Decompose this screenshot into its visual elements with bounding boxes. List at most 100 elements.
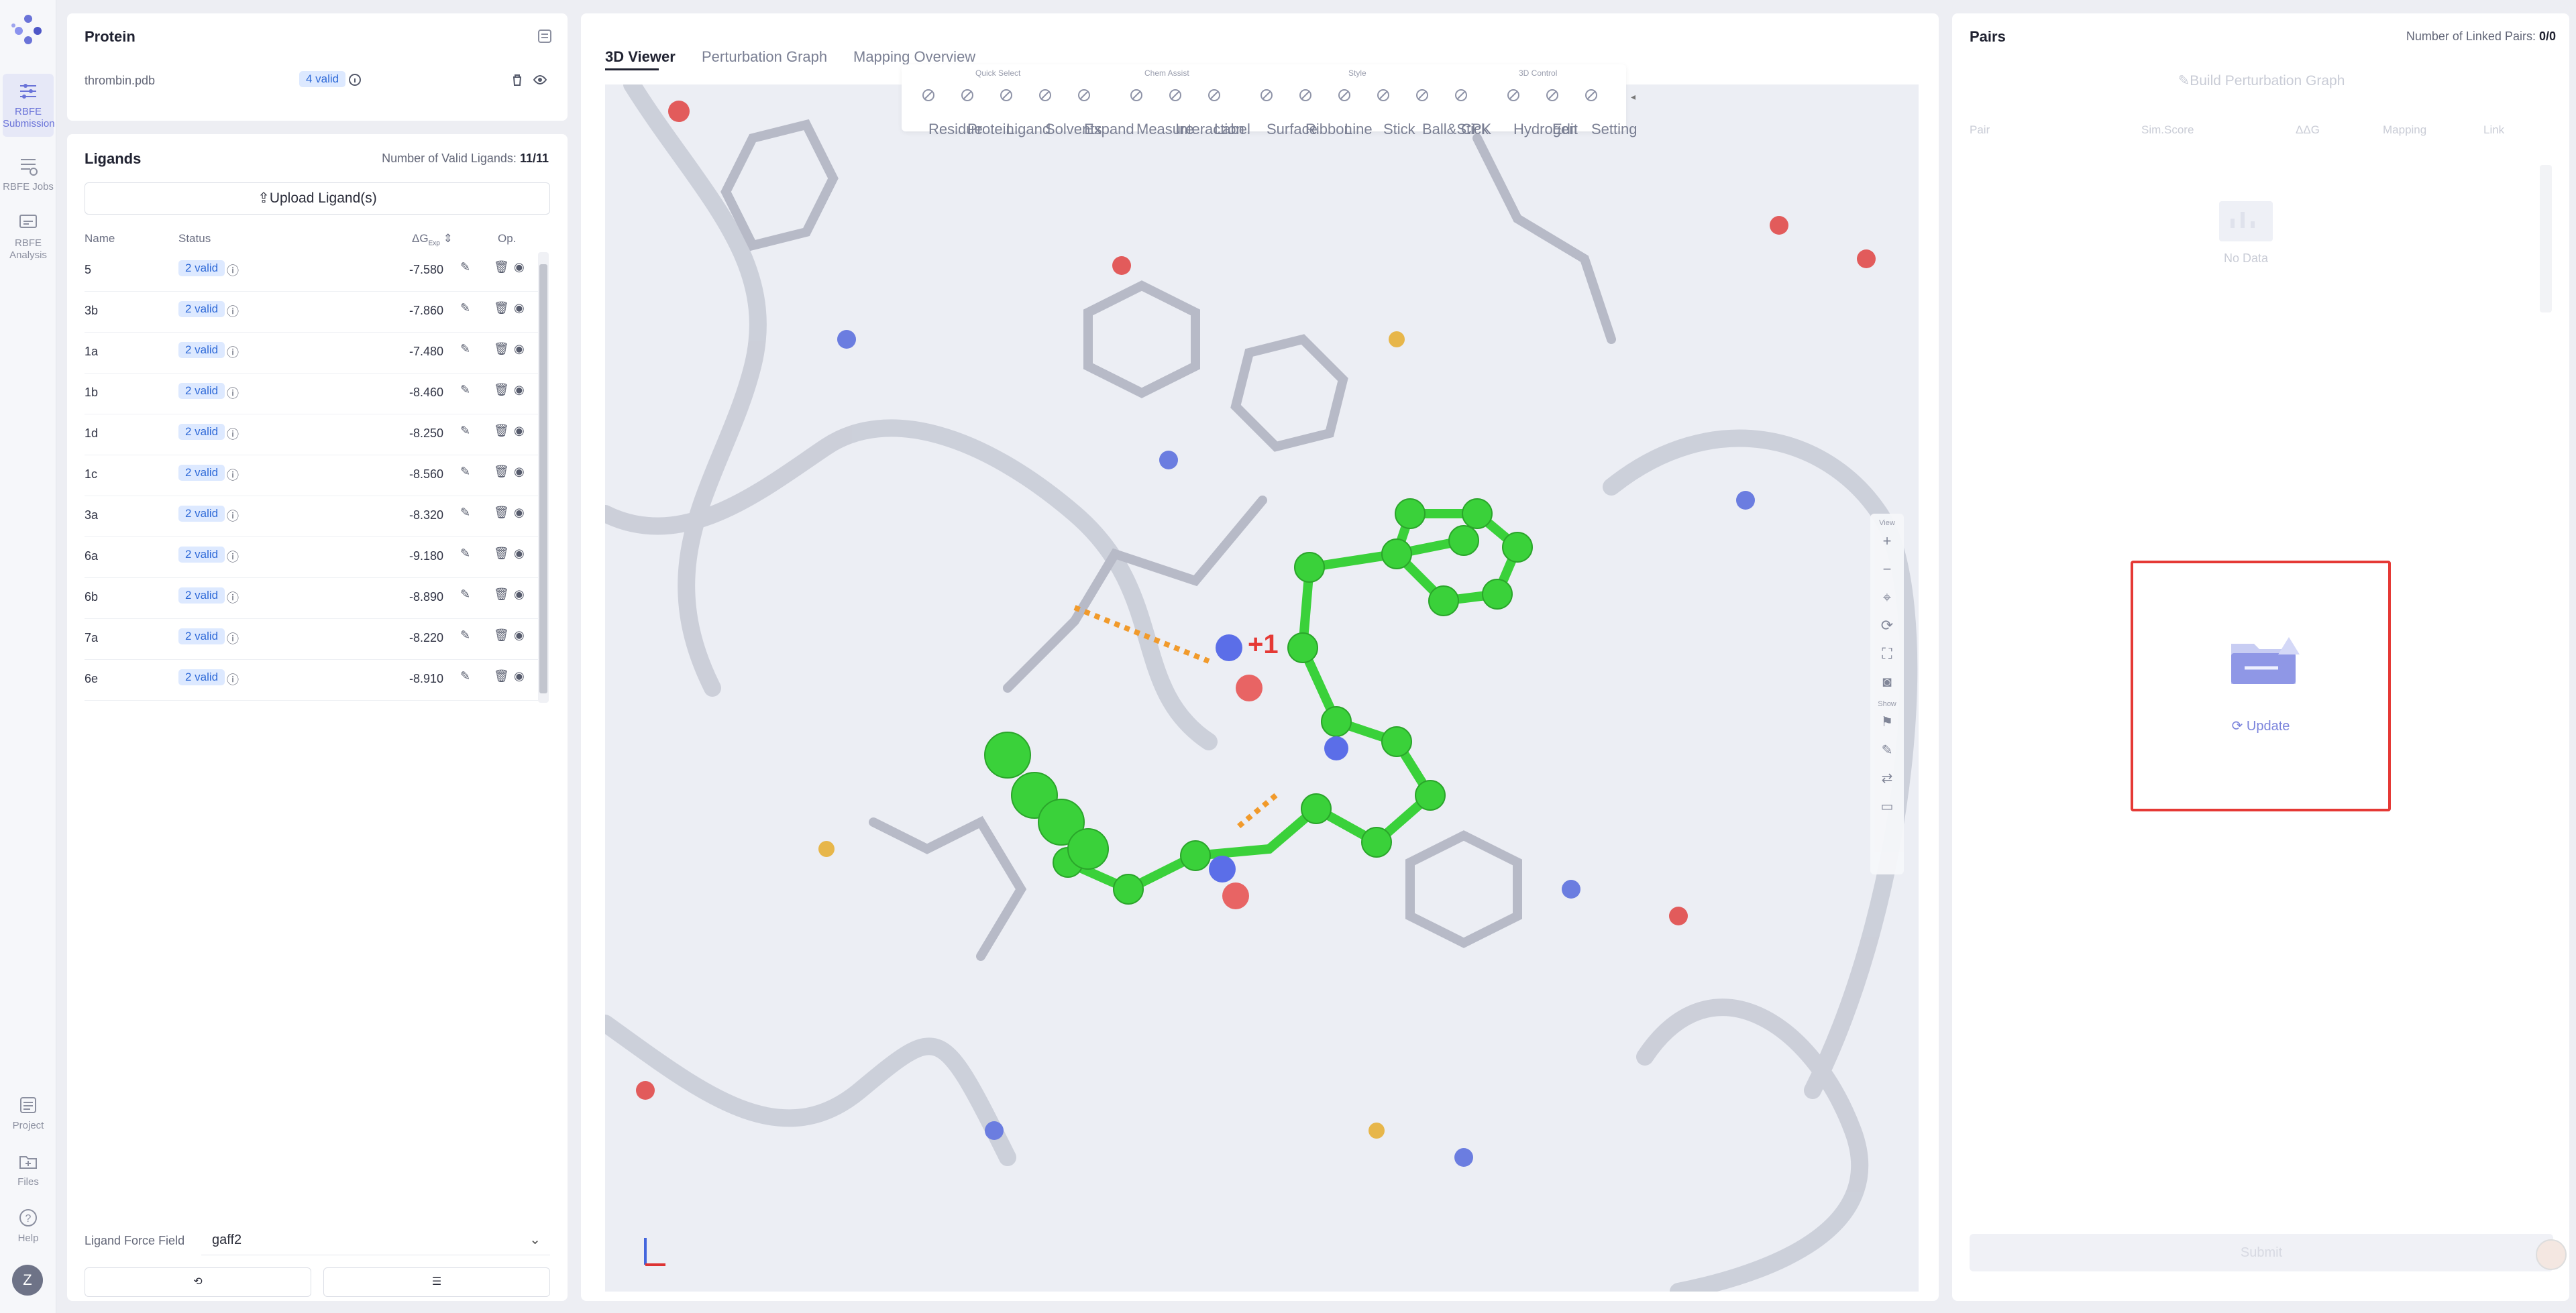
- trash-icon[interactable]: 🗑: [494, 465, 509, 479]
- edit-icon[interactable]: ✎: [460, 424, 470, 438]
- settings-button[interactable]: ☰: [323, 1267, 550, 1297]
- tool-ribbon[interactable]: Ribbon: [1287, 86, 1352, 137]
- edit-icon[interactable]: ✎: [460, 506, 470, 520]
- trash-icon[interactable]: 🗑: [494, 424, 509, 438]
- swap-icon[interactable]: ⇄: [1870, 764, 1904, 793]
- forcefield-select[interactable]: gaff2 ⌄: [201, 1224, 550, 1255]
- edit-icon[interactable]: ✎: [460, 465, 470, 479]
- trash-icon[interactable]: 🗑: [494, 547, 509, 561]
- zoom-in-icon[interactable]: +: [1870, 527, 1904, 555]
- edit-icon[interactable]: ✎: [460, 587, 470, 602]
- submit-button[interactable]: Submit: [1970, 1234, 2553, 1271]
- center-icon[interactable]: ⌖: [1870, 583, 1904, 612]
- edit-icon[interactable]: ✎: [460, 628, 470, 642]
- table-scrollbar[interactable]: [538, 252, 549, 703]
- nav-rbfe-analysis[interactable]: RBFE Analysis: [3, 212, 54, 262]
- col-dg[interactable]: ΔGExp ⇕: [412, 232, 453, 247]
- info-icon[interactable]: ⓘ: [227, 384, 239, 402]
- nav-project[interactable]: Project: [3, 1094, 54, 1132]
- tool-measure[interactable]: Measure: [1118, 86, 1194, 137]
- tool-line[interactable]: Line: [1326, 86, 1373, 137]
- trash-icon[interactable]: 🗑: [494, 628, 509, 642]
- tool-interaction[interactable]: Interaction: [1157, 86, 1244, 137]
- trash-icon[interactable]: 🗑: [494, 342, 509, 356]
- tab-3d-viewer[interactable]: 3D Viewer: [605, 48, 676, 66]
- build-graph-button[interactable]: ✎Build Perturbation Graph: [1970, 64, 2553, 98]
- info-icon[interactable]: ⓘ: [227, 425, 239, 443]
- info-icon[interactable]: ⓘ: [227, 262, 239, 279]
- edit-icon[interactable]: ✎: [460, 260, 470, 274]
- eye-icon[interactable]: ◉: [514, 669, 525, 683]
- tool-stick[interactable]: Stick: [1364, 86, 1415, 137]
- scrollbar-thumb[interactable]: [539, 264, 547, 693]
- nav-rbfe-submission[interactable]: RBFE Submission: [3, 74, 55, 137]
- tool-edit[interactable]: Edit: [1534, 86, 1578, 137]
- eye-icon[interactable]: ◉: [514, 342, 525, 356]
- bookmark-icon[interactable]: ⚑: [1870, 708, 1904, 736]
- col-ddg[interactable]: ΔΔG: [2296, 123, 2320, 137]
- pairs-scrollbar[interactable]: [2540, 165, 2552, 312]
- eye-icon[interactable]: ◉: [514, 260, 525, 274]
- camera-icon[interactable]: ◙: [1870, 668, 1904, 696]
- edit-icon[interactable]: ✎: [460, 383, 470, 397]
- tool-surface[interactable]: Surface: [1248, 86, 1318, 137]
- tool-residue[interactable]: Residue: [910, 86, 983, 137]
- edit-icon[interactable]: ✎: [460, 342, 470, 356]
- trash-icon[interactable]: 🗑: [494, 260, 509, 274]
- eye-icon[interactable]: [533, 72, 547, 87]
- ruler-icon[interactable]: ✎: [1870, 736, 1904, 764]
- app-logo-icon[interactable]: [9, 12, 47, 46]
- trash-icon[interactable]: [510, 72, 525, 87]
- tool-label[interactable]: Label: [1195, 86, 1250, 137]
- eye-icon[interactable]: ◉: [514, 547, 525, 561]
- edit-icon[interactable]: ✎: [460, 301, 470, 315]
- reset-button[interactable]: ⟲: [85, 1267, 311, 1297]
- update-button[interactable]: ⟳ Update: [2133, 718, 2388, 734]
- trash-icon[interactable]: 🗑: [494, 383, 509, 397]
- col-link[interactable]: Link: [2483, 123, 2504, 137]
- tool-hydrogen[interactable]: Hydrogen: [1495, 86, 1577, 137]
- eye-icon[interactable]: ◉: [514, 301, 525, 315]
- upload-ligands-button[interactable]: ⇪Upload Ligand(s): [85, 182, 550, 215]
- tool-ligand[interactable]: Ligand: [987, 86, 1051, 137]
- info-icon[interactable]: ⓘ: [227, 343, 239, 361]
- edit-icon[interactable]: ✎: [460, 547, 470, 561]
- molecule-3d-view[interactable]: +1: [605, 84, 1919, 1292]
- info-icon[interactable]: ⓘ: [227, 589, 239, 606]
- collapse-icon[interactable]: [537, 28, 553, 44]
- edit-icon[interactable]: ✎: [460, 669, 470, 683]
- tool-setting[interactable]: Setting: [1572, 86, 1638, 137]
- rotate-icon[interactable]: ⟳: [1870, 612, 1904, 640]
- trash-icon[interactable]: 🗑: [494, 587, 509, 602]
- eye-icon[interactable]: ◉: [514, 465, 525, 479]
- info-icon[interactable]: ⓘ: [227, 548, 239, 565]
- eye-icon[interactable]: ◉: [514, 506, 525, 520]
- user-avatar[interactable]: Z: [12, 1265, 43, 1296]
- trash-icon[interactable]: 🗑: [494, 506, 509, 520]
- info-icon[interactable]: ⓘ: [227, 302, 239, 320]
- assistant-avatar[interactable]: [2536, 1239, 2567, 1270]
- tab-perturbation-graph[interactable]: Perturbation Graph: [702, 48, 827, 66]
- nav-rbfe-jobs[interactable]: RBFE Jobs: [3, 156, 54, 193]
- comment-icon[interactable]: ▭: [1870, 793, 1904, 821]
- tool-ball-stick[interactable]: Ball&Stick: [1403, 86, 1489, 137]
- info-icon[interactable]: ⓘ: [227, 507, 239, 524]
- zoom-out-icon[interactable]: −: [1870, 555, 1904, 583]
- toolbar-collapse-icon[interactable]: ◂: [1631, 91, 1635, 103]
- info-icon[interactable]: ⓘ: [227, 671, 239, 688]
- col-sim-score[interactable]: Sim.Score: [2141, 123, 2194, 137]
- nav-files[interactable]: Files: [3, 1151, 54, 1188]
- tab-mapping-overview[interactable]: Mapping Overview: [853, 48, 975, 66]
- eye-icon[interactable]: ◉: [514, 628, 525, 642]
- info-icon[interactable]: ⓘ: [227, 466, 239, 483]
- trash-icon[interactable]: 🗑: [494, 301, 509, 315]
- tool-solvents[interactable]: Solvents: [1026, 86, 1102, 137]
- eye-icon[interactable]: ◉: [514, 383, 525, 397]
- tool-protein[interactable]: Protein: [949, 86, 1014, 137]
- tool-cpk[interactable]: CPK: [1442, 86, 1491, 137]
- info-icon[interactable]: [347, 72, 362, 87]
- molecule-canvas[interactable]: +1 View + − ⌖ ⟳ ⛶ ◙ Show ⚑ ✎ ⇄ ▭: [605, 84, 1919, 1292]
- tool-expand[interactable]: Expand: [1065, 86, 1134, 137]
- info-icon[interactable]: ⓘ: [227, 630, 239, 647]
- eye-icon[interactable]: ◉: [514, 587, 525, 602]
